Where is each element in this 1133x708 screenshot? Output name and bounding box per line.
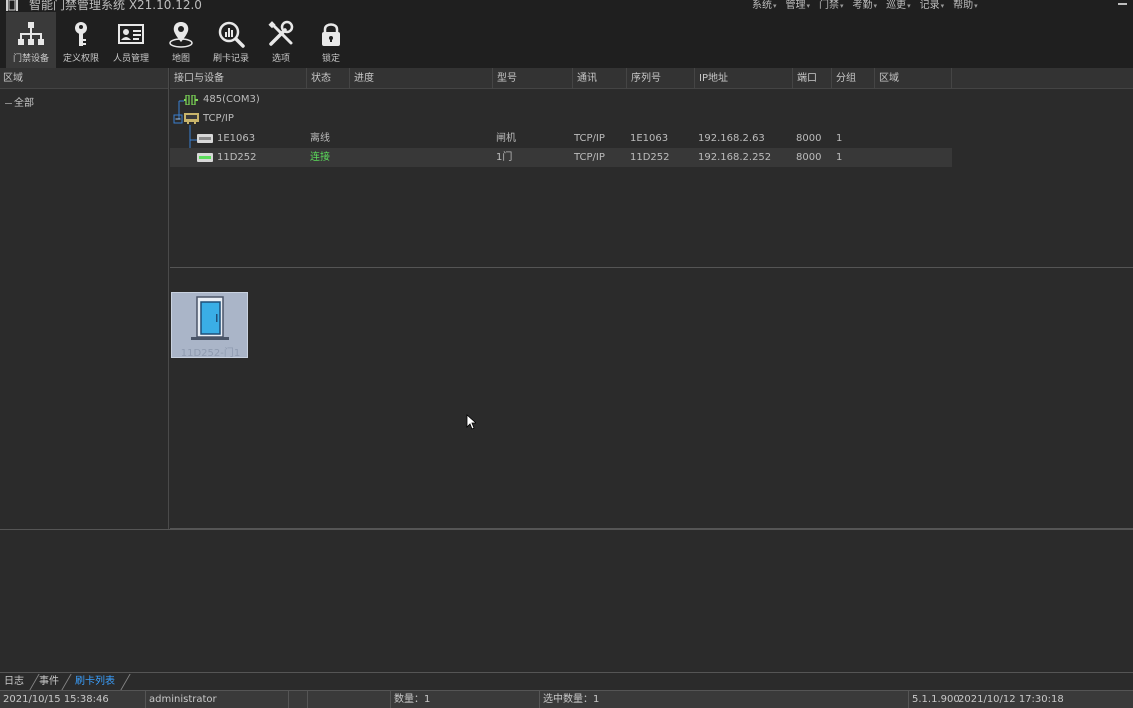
menu-access[interactable]: 门禁▾ [819, 0, 844, 11]
tab-log[interactable]: 日志 [0, 673, 28, 691]
status-user: administrator [146, 691, 289, 708]
status-empty-2 [308, 691, 391, 708]
col-progress[interactable]: 进度 [350, 68, 493, 89]
mouse-cursor-icon [466, 414, 476, 430]
bottom-tabs: 日志 事件 刷卡列表 [0, 672, 1133, 690]
col-comm[interactable]: 通讯 [573, 68, 627, 89]
serial-port-icon [184, 95, 198, 105]
chart-search-icon [218, 21, 245, 48]
toolbar: 门禁设备 定义权限 人员管理 地图 刷卡记录 选项 锁定 [0, 12, 1133, 68]
status-build-date: 2021/10/12 17:30:18 [958, 694, 1064, 705]
device-row-11d252[interactable]: 11D252 连接 1门 TCP/IP 11D252 192.168.2.252… [170, 148, 952, 167]
col-group[interactable]: 分组 [832, 68, 875, 89]
col-serial[interactable]: 序列号 [627, 68, 695, 89]
toolbar-swipe-records[interactable]: 刷卡记录 [206, 12, 256, 68]
status-selected-count: 选中数量：1 [540, 691, 909, 708]
col-model[interactable]: 型号 [493, 68, 573, 89]
col-status[interactable]: 状态 [307, 68, 350, 89]
interface-row-485[interactable]: 485(COM3) [170, 90, 952, 109]
status-version: 5.1.1.900 [912, 694, 960, 705]
col-interface-device[interactable]: 接口与设备 [170, 68, 307, 89]
toolbar-lock[interactable]: 锁定 [306, 12, 356, 68]
interface-row-tcpip[interactable]: TCP/IP [170, 109, 952, 128]
log-area [0, 529, 1133, 672]
tab-events[interactable]: 事件 [35, 673, 63, 691]
menu-bar: 系统▾ 管理▾ 门禁▾ 考勤▾ 巡更▾ 记录▾ 帮助▾ [752, 0, 987, 11]
menu-manage[interactable]: 管理▾ [786, 0, 811, 11]
device-table: 接口与设备 状态 进度 型号 通讯 序列号 IP地址 端口 分组 区域 485(… [170, 68, 1133, 268]
door-icon [191, 296, 229, 340]
network-card-icon [184, 113, 199, 124]
toolbar-map[interactable]: 地图 [156, 12, 206, 68]
map-pin-icon [169, 22, 193, 48]
toolbar-permissions[interactable]: 定义权限 [56, 12, 106, 68]
controller-offline-icon [197, 134, 213, 143]
tab-swipe-list[interactable]: 刷卡列表 [71, 673, 119, 691]
controller-online-icon [197, 153, 213, 162]
status-empty-1 [289, 691, 308, 708]
minimize-button[interactable] [1118, 3, 1127, 5]
menu-records[interactable]: 记录▾ [920, 0, 945, 11]
menu-patrol[interactable]: 巡更▾ [886, 0, 911, 11]
toolbar-personnel[interactable]: 人员管理 [106, 12, 156, 68]
menu-system[interactable]: 系统▾ [752, 0, 777, 11]
region-header: 区域 [0, 68, 168, 89]
key-icon [75, 22, 87, 46]
status-online-text: 连接 [310, 152, 330, 163]
menu-attendance[interactable]: 考勤▾ [853, 0, 878, 11]
title-bar: 智能门禁管理系统 X21.10.12.0 系统▾ 管理▾ 门禁▾ 考勤▾ 巡更▾… [0, 0, 1133, 12]
door-panel: 11D252-门1 [170, 269, 1133, 529]
id-card-icon [118, 24, 144, 44]
status-count: 数量：1 [391, 691, 540, 708]
toolbar-options[interactable]: 选项 [256, 12, 306, 68]
lock-icon [322, 23, 340, 46]
door-card[interactable]: 11D252-门1 [171, 292, 248, 359]
toolbar-access-devices[interactable]: 门禁设备 [6, 12, 56, 68]
menu-help[interactable]: 帮助▾ [953, 0, 978, 11]
region-tree-all[interactable]: 全部 [5, 94, 34, 109]
table-header: 接口与设备 状态 进度 型号 通讯 序列号 IP地址 端口 分组 区域 [170, 68, 1133, 89]
network-tree-icon [18, 22, 44, 45]
door-label: 11D252-门1 [180, 348, 241, 359]
col-port[interactable]: 端口 [793, 68, 832, 89]
device-row-1e1063[interactable]: 1E1063 离线 闸机 TCP/IP 1E1063 192.168.2.63 … [170, 129, 952, 148]
col-ip[interactable]: IP地址 [695, 68, 793, 89]
status-bar: 2021/10/15 15:38:46 administrator 数量：1 选… [0, 690, 1133, 708]
status-datetime: 2021/10/15 15:38:46 [0, 691, 146, 708]
app-logo-icon [6, 0, 18, 11]
region-panel: 区域 全部 [0, 68, 169, 529]
col-region[interactable]: 区域 [875, 68, 952, 89]
tools-icon [268, 20, 294, 46]
